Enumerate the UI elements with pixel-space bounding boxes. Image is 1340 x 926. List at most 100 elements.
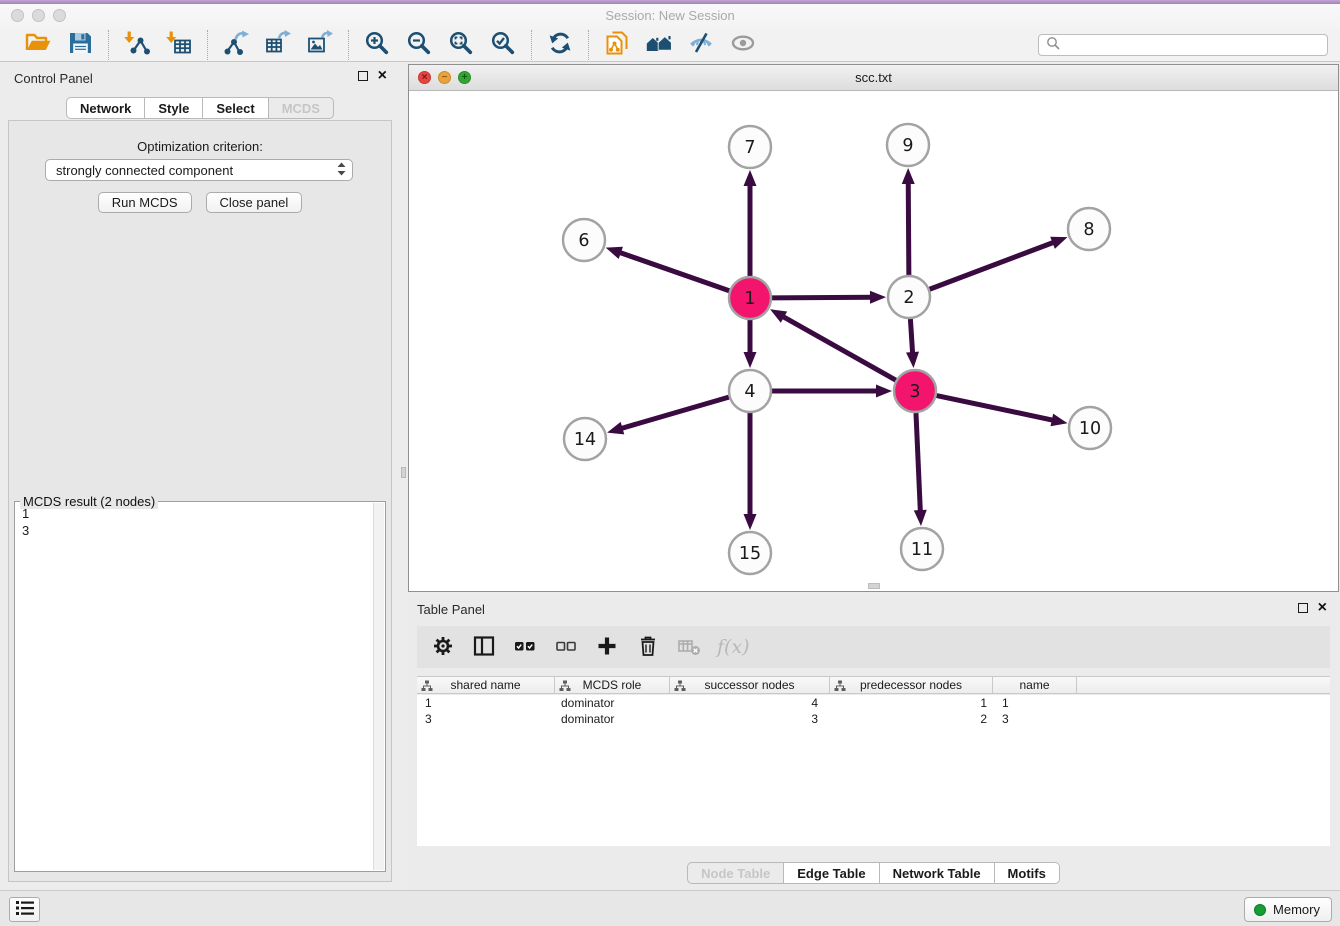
column-header-shared-name[interactable]: shared name [417,677,555,693]
column-header-predecessor-nodes[interactable]: predecessor nodes [830,677,993,693]
graph-edge-2-3[interactable] [906,319,919,368]
graph-node-11[interactable]: 11 [901,528,943,570]
minimize-button[interactable] [32,9,45,22]
table-cell[interactable]: 2 [830,712,993,726]
result-scrollbar[interactable] [373,503,384,870]
control-panel-tabbar: NetworkStyleSelectMCDS [0,97,400,119]
show-graphics-details-button[interactable] [729,31,757,59]
zoom-out-button[interactable] [405,31,433,59]
houses-button[interactable] [645,31,673,59]
graph-edge-2-8[interactable] [930,237,1068,290]
add-column-button[interactable] [594,634,620,660]
memory-button[interactable]: Memory [1244,897,1332,922]
close-panel-icon[interactable]: × [378,71,387,81]
graph-node-label: 15 [739,544,761,564]
column-header-mcds-role[interactable]: MCDS role [555,677,670,693]
graph-edge-3-1[interactable] [770,309,896,380]
table-cell[interactable]: 4 [670,696,830,710]
graph-edge-1-7[interactable] [744,170,757,276]
graph-edge-2-9[interactable] [902,168,915,275]
graph-node-10[interactable]: 10 [1069,407,1111,449]
export-image-button[interactable] [306,31,334,59]
graph-node-8[interactable]: 8 [1068,208,1110,250]
split-panel-button[interactable] [471,634,497,660]
graph-edge-1-6[interactable] [606,247,730,291]
column-header-name[interactable]: name [993,677,1077,693]
graph-edge-3-10[interactable] [937,396,1068,427]
memory-status-icon [1254,904,1266,916]
settings-gear-button[interactable] [430,634,456,660]
graph-node-4[interactable]: 4 [729,370,771,412]
zoom-in-button[interactable] [363,31,391,59]
graph-node-label: 9 [902,136,913,156]
table-row[interactable]: 3dominator323 [417,711,1330,727]
open-file-icon [25,30,51,56]
graph-node-14[interactable]: 14 [564,418,606,460]
search-input[interactable] [1065,38,1320,52]
run-mcds-button[interactable]: Run MCDS [98,192,192,213]
zoom-fit-button[interactable] [447,31,475,59]
tab-motifs[interactable]: Motifs [995,862,1060,884]
select-all-columns-button[interactable] [512,634,538,660]
mcds-result-text[interactable]: 13 [16,505,372,870]
table-tabbar: Node TableEdge TableNetwork TableMotifs [408,862,1339,884]
graph-node-9[interactable]: 9 [887,124,929,166]
settings-gear-icon [430,633,456,659]
zoom-selected-button[interactable] [489,31,517,59]
graph-edge-3-11[interactable] [914,413,927,526]
open-file-button[interactable] [24,31,52,59]
table-cell[interactable]: dominator [555,712,670,726]
table-cell[interactable]: 1 [993,696,1077,710]
tab-network[interactable]: Network [66,97,145,119]
graph-node-6[interactable]: 6 [563,219,605,261]
graph-edge-1-4[interactable] [744,320,757,368]
result-line: 1 [22,505,372,522]
graph-node-1[interactable]: 1 [729,277,771,319]
tab-node-table[interactable]: Node Table [687,862,784,884]
close-panel-button[interactable]: Close panel [206,192,303,213]
clone-network-button[interactable] [603,31,631,59]
export-table-button[interactable] [264,31,292,59]
float-panel-icon[interactable] [358,71,368,81]
tab-edge-table[interactable]: Edge Table [784,862,879,884]
deselect-all-columns-button[interactable] [553,634,579,660]
tab-mcds[interactable]: MCDS [269,97,334,119]
splitter-handle[interactable] [401,467,406,478]
network-canvas[interactable]: 1 2 3 4 6 7 8 9 10 11 14 15 [409,91,1338,592]
table-close-icon[interactable]: × [1318,603,1327,613]
zoom-fit-icon [448,30,474,56]
hide-graphics-details-button[interactable] [687,31,715,59]
graph-node-2[interactable]: 2 [888,276,930,318]
apply-layout-button[interactable] [546,31,574,59]
graph-edge-4-15[interactable] [744,413,757,530]
optimization-select[interactable]: strongly connected component [45,159,353,181]
zoom-in-icon [364,30,390,56]
export-network-button[interactable] [222,31,250,59]
table-cell[interactable]: 1 [417,696,555,710]
table-row[interactable]: 1dominator411 [417,695,1330,711]
zoom-button[interactable] [53,9,66,22]
table-cell[interactable]: 1 [830,696,993,710]
graph-node-7[interactable]: 7 [729,126,771,168]
graph-node-15[interactable]: 15 [729,532,771,574]
import-table-button[interactable] [165,31,193,59]
column-header-successor-nodes[interactable]: successor nodes [670,677,830,693]
save-session-button[interactable] [66,31,94,59]
tab-network-table[interactable]: Network Table [880,862,995,884]
table-cell[interactable]: dominator [555,696,670,710]
network-splitter-handle[interactable] [868,583,880,589]
table-cell[interactable]: 3 [417,712,555,726]
graph-edge-4-3[interactable] [772,385,892,398]
table-float-icon[interactable] [1298,603,1308,613]
table-cell[interactable]: 3 [993,712,1077,726]
tab-style[interactable]: Style [145,97,203,119]
task-history-button[interactable] [9,897,40,922]
graph-edge-4-14[interactable] [607,397,729,434]
graph-edge-1-2[interactable] [772,291,886,304]
import-network-button[interactable] [123,31,151,59]
table-cell[interactable]: 3 [670,712,830,726]
graph-node-3[interactable]: 3 [894,370,936,412]
tab-select[interactable]: Select [203,97,268,119]
close-button[interactable] [11,9,24,22]
delete-column-button[interactable] [635,634,661,660]
